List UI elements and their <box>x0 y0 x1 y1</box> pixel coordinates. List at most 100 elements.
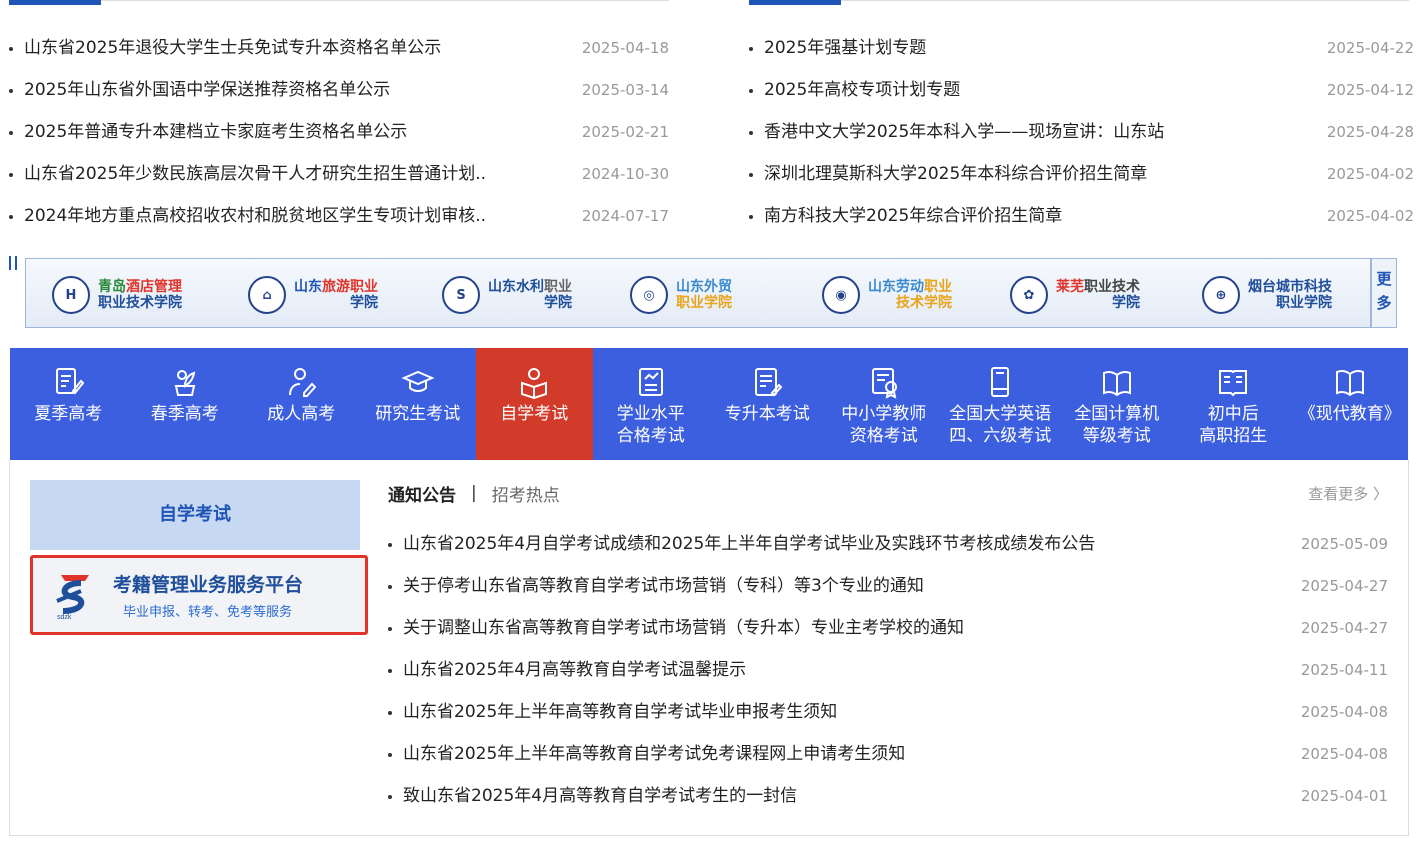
news-title[interactable]: 山东省2025年4月高等教育自学考试温馨提示 <box>403 660 746 680</box>
school-logo-link[interactable]: ⊕ 烟台城市科技 职业学院 <box>1202 275 1332 315</box>
school-name-part: 旅游职业 <box>322 279 378 295</box>
nav-item-2[interactable]: 春季高考 <box>127 348 244 460</box>
logo-more-button[interactable]: 更多 <box>1371 258 1397 328</box>
nav-item-7[interactable]: 专升本考试 <box>709 348 826 460</box>
news-title[interactable]: 2025年高校专项计划专题 <box>764 80 960 100</box>
school-name: 山东外贸 职业学院 <box>676 279 732 311</box>
school-name-part: 青岛 <box>98 279 126 295</box>
book-icon <box>991 367 1010 397</box>
news-item[interactable]: 香港中文大学2025年本科入学——现场宣讲：山东站 2025-04-28 <box>749 118 1414 160</box>
news-title[interactable]: 香港中文大学2025年本科入学——现场宣讲：山东站 <box>764 122 1164 142</box>
news-item[interactable]: 2024年地方重点高校招收农村和脱贫地区学生专项计划审核.. 2024-07-17 <box>9 202 669 244</box>
news-title[interactable]: 山东省2025年4月自学考试成绩和2025年上半年自学考试毕业及实践环节考核成绩… <box>403 534 1095 554</box>
news-date: 2025-04-22 <box>1326 39 1414 57</box>
school-name-part: 职业 <box>544 279 572 295</box>
school-seal-icon: H <box>52 276 90 314</box>
school-logo-link[interactable]: ⌂ 山东旅游职业 学院 <box>248 275 378 315</box>
news-item[interactable]: 2025年高校专项计划专题 2025-04-12 <box>749 76 1414 118</box>
news-item[interactable]: 2025年山东省外国语中学保送推荐资格名单公示 2025-03-14 <box>9 76 669 118</box>
school-logo-link[interactable]: ◉ 山东劳动职业 技术学院 <box>822 275 952 315</box>
school-logo-link[interactable]: H 青岛酒店管理 职业技术学院 <box>52 275 182 315</box>
news-title[interactable]: 山东省2025年少数民族高层次骨干人才研究生招生普通计划.. <box>24 164 486 184</box>
news-column-left: 山东省2025年退役大学生士兵免试专升本资格名单公示 2025-04-18 2025… <box>9 0 669 244</box>
tab-notices[interactable]: 通知公告 <box>388 481 456 506</box>
news-item[interactable]: 深圳北理莫斯科大学2025年本科综合评价招生简章 2025-04-02 <box>749 160 1414 202</box>
exam-category-nav: 夏季高考 春季高考 成人高考 研究生考试 自学考试 学业水平 合格考试 专升本考试 中小学教师… <box>10 348 1408 460</box>
news-item[interactable]: 关于停考山东省高等教育自学考试市场营销（专科）等3个专业的通知 2025-04-2… <box>388 572 1388 614</box>
news-item[interactable]: 关于调整山东省高等教育自学考试市场营销（专升本）专业主考学校的通知 2025-04… <box>388 614 1388 656</box>
school-name-part: 学院 <box>350 295 378 311</box>
school-seal-icon: ◎ <box>630 276 668 314</box>
document-pen-icon <box>755 368 783 397</box>
news-item[interactable]: 山东省2025年4月自学考试成绩和2025年上半年自学考试毕业及实践环节考核成绩… <box>388 530 1388 572</box>
news-title[interactable]: 南方科技大学2025年综合评价招生简章 <box>764 206 1062 226</box>
school-name-part: 山东 <box>294 279 322 295</box>
news-date: 2025-02-21 <box>581 123 669 141</box>
nav-item-label: 中小学教师 资格考试 <box>841 404 927 446</box>
notice-list: 山东省2025年4月自学考试成绩和2025年上半年自学考试毕业及实践环节考核成绩… <box>388 530 1388 824</box>
nav-item-label: 自学考试 <box>500 404 569 424</box>
emblem-caption: sdzk <box>57 614 72 621</box>
nav-item-5[interactable]: 自学考试 <box>476 348 593 460</box>
news-date: 2025-04-27 <box>1300 619 1388 637</box>
nav-item-1[interactable]: 夏季高考 <box>10 348 127 460</box>
tab-separator: | <box>471 483 477 503</box>
nav-item-8[interactable]: 中小学教师 资格考试 <box>826 348 943 460</box>
sdzk-emblem-icon: sdzk <box>56 575 89 621</box>
news-item[interactable]: 2025年普通专升本建档立卡家庭考生资格名单公示 2025-02-21 <box>9 118 669 160</box>
school-logo-link[interactable]: ✿ 莱芜职业技术 学院 <box>1010 275 1140 315</box>
news-title[interactable]: 关于调整山东省高等教育自学考试市场营销（专升本）专业主考学校的通知 <box>403 618 964 638</box>
news-list-right: 2025年强基计划专题 2025-04-22 2025年高校专项计划专题 2025-0… <box>749 34 1414 244</box>
nav-item-11[interactable]: 初中后 高职招生 <box>1175 348 1292 460</box>
news-item[interactable]: 山东省2025年上半年高等教育自学考试毕业申报考生须知 2025-04-08 <box>388 698 1388 740</box>
news-date: 2025-04-11 <box>1300 661 1388 679</box>
school-name-part: 酒店管理 <box>126 279 182 295</box>
news-item[interactable]: 山东省2025年上半年高等教育自学考试免考课程网上申请考生须知 2025-04-0… <box>388 740 1388 782</box>
tab-hot-topics[interactable]: 招考热点 <box>492 481 560 506</box>
student-record-platform-link[interactable]: sdzk 考籍管理业务服务平台 毕业申报、转考、免考等服务 <box>30 555 368 635</box>
view-more-link[interactable]: 查看更多 〉 <box>1308 483 1388 504</box>
school-name-part: 职业 <box>924 279 952 295</box>
school-name: 青岛酒店管理 职业技术学院 <box>98 279 182 311</box>
news-title[interactable]: 2025年强基计划专题 <box>764 38 926 58</box>
news-title[interactable]: 2025年普通专升本建档立卡家庭考生资格名单公示 <box>24 122 407 142</box>
school-name-part: 职业技术学院 <box>98 295 182 311</box>
nav-item-3[interactable]: 成人高考 <box>243 348 360 460</box>
news-title[interactable]: 山东省2025年上半年高等教育自学考试免考课程网上申请考生须知 <box>403 744 905 764</box>
news-title[interactable]: 深圳北理莫斯科大学2025年本科综合评价招生简章 <box>764 164 1147 184</box>
nav-item-label: 全国大学英语 四、六级考试 <box>949 404 1052 446</box>
news-item[interactable]: 2025年强基计划专题 2025-04-22 <box>749 34 1414 76</box>
news-item[interactable]: 致山东省2025年4月高等教育自学考试考生的一封信 2025-04-01 <box>388 782 1388 824</box>
news-column-right: 2025年强基计划专题 2025-04-22 2025年高校专项计划专题 2025-0… <box>749 0 1414 244</box>
school-name-part: 学院 <box>544 295 572 311</box>
nav-item-4[interactable]: 研究生考试 <box>360 348 477 460</box>
school-name-part: 职业技术 <box>1084 279 1140 295</box>
column-title-bar <box>9 0 669 6</box>
news-list-left: 山东省2025年退役大学生士兵免试专升本资格名单公示 2025-04-18 2025… <box>9 34 669 244</box>
news-title[interactable]: 致山东省2025年4月高等教育自学考试考生的一封信 <box>403 786 797 806</box>
news-item[interactable]: 山东省2025年退役大学生士兵免试专升本资格名单公示 2025-04-18 <box>9 34 669 76</box>
news-item[interactable]: 山东省2025年4月高等教育自学考试温馨提示 2025-04-11 <box>388 656 1388 698</box>
news-date: 2025-04-08 <box>1300 703 1388 721</box>
news-item[interactable]: 南方科技大学2025年综合评价招生简章 2025-04-02 <box>749 202 1414 244</box>
news-item[interactable]: 山东省2025年少数民族高层次骨干人才研究生招生普通计划.. 2024-10-30 <box>9 160 669 202</box>
news-title[interactable]: 2025年山东省外国语中学保送推荐资格名单公示 <box>24 80 390 100</box>
nav-item-9[interactable]: 全国大学英语 四、六级考试 <box>942 348 1059 460</box>
nav-item-10[interactable]: 全国计算机 等级考试 <box>1059 348 1176 460</box>
book-pages-icon <box>1219 370 1248 397</box>
school-logo-link[interactable]: ◎ 山东外贸 职业学院 <box>630 275 732 315</box>
news-date: 2025-03-14 <box>581 81 669 99</box>
news-title[interactable]: 山东省2025年退役大学生士兵免试专升本资格名单公示 <box>24 38 441 58</box>
news-title[interactable]: 2024年地方重点高校招收农村和脱贫地区学生专项计划审核.. <box>24 206 486 226</box>
school-name-part: 职业学院 <box>1276 295 1332 311</box>
school-name-part: 烟台城市科技 <box>1248 279 1332 295</box>
school-name-part: 山东水利 <box>488 279 544 295</box>
platform-title: 考籍管理业务服务平台 <box>113 574 304 596</box>
news-title[interactable]: 山东省2025年上半年高等教育自学考试毕业申报考生须知 <box>403 702 837 722</box>
news-title[interactable]: 关于停考山东省高等教育自学考试市场营销（专科）等3个专业的通知 <box>403 576 924 596</box>
school-logo-link[interactable]: S 山东水利职业 学院 <box>442 275 572 315</box>
column-title-bar <box>749 0 1409 6</box>
news-date: 2025-04-02 <box>1326 207 1414 225</box>
nav-item-12[interactable]: 《现代教育》 <box>1292 348 1409 460</box>
nav-item-6[interactable]: 学业水平 合格考试 <box>593 348 710 460</box>
